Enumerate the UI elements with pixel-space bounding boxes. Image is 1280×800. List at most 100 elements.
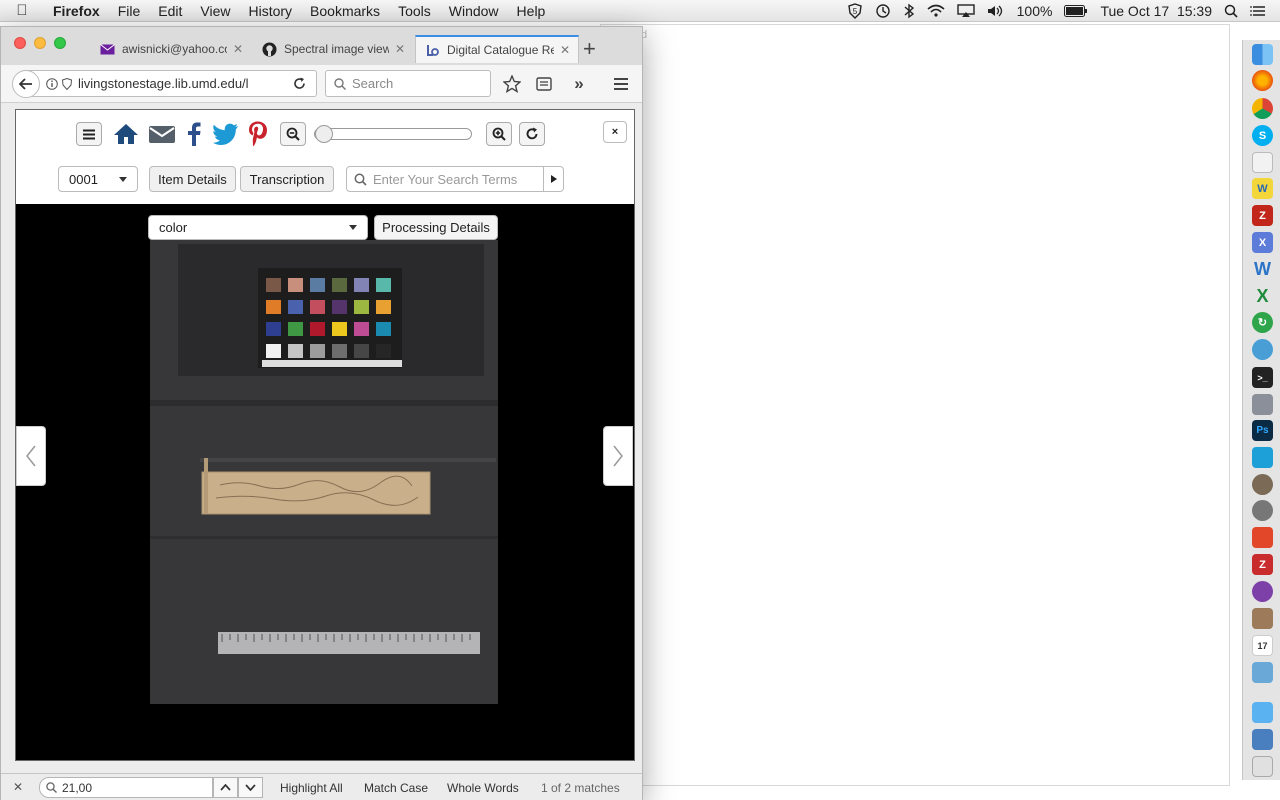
shield-5-icon[interactable]: 5 (841, 2, 869, 19)
transcription-button[interactable]: Transcription (240, 166, 334, 192)
zoom-slider-handle[interactable] (315, 125, 333, 143)
excel-icon[interactable]: X (1252, 286, 1273, 307)
zoom-out-button[interactable] (280, 122, 306, 146)
xmind-icon[interactable]: X (1252, 232, 1273, 253)
close-tab-icon[interactable]: ✕ (560, 43, 570, 57)
volume-icon[interactable] (981, 4, 1011, 18)
archive-icon[interactable] (1252, 608, 1273, 629)
processing-details-button[interactable]: Processing Details (374, 215, 498, 240)
menu-tools[interactable]: Tools (389, 3, 440, 19)
reader-view-icon[interactable] (533, 74, 555, 94)
wifi-icon[interactable] (921, 4, 951, 18)
sourcetree-icon[interactable] (1252, 447, 1273, 468)
home-icon[interactable] (112, 121, 140, 147)
close-find-bar-icon[interactable]: ✕ (13, 780, 23, 794)
twitter-icon[interactable] (212, 121, 240, 147)
whole-words-toggle[interactable]: Whole Words (447, 781, 519, 795)
menu-window[interactable]: Window (440, 3, 508, 19)
pinterest-icon[interactable] (246, 120, 270, 148)
menu-toggle-button[interactable] (76, 122, 102, 146)
reload-icon[interactable] (293, 77, 306, 90)
image-type-select[interactable]: color (148, 215, 368, 240)
bluetooth-icon[interactable] (897, 3, 921, 19)
bookmark-star-icon[interactable] (501, 74, 523, 94)
tab-github[interactable]: Spectral image view ✕ (253, 35, 413, 63)
zoom-slider[interactable] (314, 125, 472, 143)
word-icon[interactable]: W (1252, 259, 1273, 280)
tab-digital-catalogue[interactable]: Digital Catalogue Re ✕ (415, 35, 579, 63)
filezilla-icon[interactable]: Z (1252, 205, 1273, 226)
firefox-icon[interactable] (1252, 70, 1273, 91)
email-icon[interactable] (148, 121, 176, 147)
info-icon[interactable] (46, 77, 58, 90)
spotlight-icon[interactable] (1218, 4, 1244, 18)
reset-view-button[interactable] (519, 122, 545, 146)
next-image-button[interactable] (603, 426, 633, 486)
notes-icon[interactable] (1252, 152, 1273, 173)
background-window[interactable]: d (600, 24, 1230, 786)
window-minimize-button[interactable] (34, 37, 46, 49)
zoom-in-button[interactable] (486, 122, 512, 146)
screen-sharing-icon[interactable] (1252, 527, 1273, 548)
folder-icon[interactable] (1252, 702, 1273, 723)
close-tab-icon[interactable]: ✕ (233, 42, 243, 56)
url-text[interactable]: livingstonestage.lib.umd.edu/l (78, 76, 270, 91)
time-machine-icon[interactable] (869, 3, 897, 19)
page-number-select[interactable]: 0001 (58, 166, 138, 192)
menu-app-name[interactable]: Firefox (44, 3, 109, 19)
clock[interactable]: Tue Oct 17 15:39 (1094, 3, 1218, 19)
manuscript-image-viewer[interactable] (150, 240, 498, 704)
url-bar[interactable]: livingstonestage.lib.umd.edu/l (12, 69, 317, 98)
chrome-icon[interactable] (1252, 98, 1273, 119)
window-zoom-button[interactable] (54, 37, 66, 49)
battery-icon[interactable] (1058, 4, 1094, 17)
item-details-button[interactable]: Item Details (149, 166, 236, 192)
preview-icon[interactable] (1252, 662, 1273, 683)
new-tab-button[interactable]: + (583, 37, 596, 61)
menu-file[interactable]: File (109, 3, 150, 19)
mail-envelope-icon (99, 41, 115, 57)
overflow-chevron-icon[interactable]: » (568, 74, 590, 94)
terminal-icon[interactable]: >_ (1252, 367, 1273, 388)
network-icon[interactable] (1252, 339, 1273, 360)
menu-help[interactable]: Help (508, 3, 555, 19)
github-desktop-icon[interactable] (1252, 581, 1273, 602)
find-bar: ✕ 21,00 Highlight All Match Case Whole W… (1, 773, 642, 800)
photoshop-icon[interactable]: Ps (1252, 420, 1273, 441)
finder-icon[interactable] (1252, 44, 1273, 65)
gimp-icon[interactable] (1252, 474, 1273, 495)
sync-icon[interactable]: ↻ (1252, 312, 1273, 333)
find-previous-button[interactable] (213, 777, 238, 798)
menu-edit[interactable]: Edit (149, 3, 191, 19)
airplay-icon[interactable] (951, 3, 981, 18)
zotero-icon[interactable]: Z (1252, 554, 1273, 575)
window-close-button[interactable] (14, 37, 26, 49)
find-input[interactable]: 21,00 (39, 777, 213, 798)
system-preferences-icon[interactable] (1252, 500, 1273, 521)
page-search-field[interactable]: Enter Your Search Terms (346, 166, 564, 192)
calendar-icon[interactable]: 17 (1252, 635, 1273, 656)
previous-image-button[interactable] (16, 426, 46, 486)
close-viewer-button[interactable]: × (603, 121, 627, 143)
skype-icon[interactable]: S (1252, 125, 1273, 146)
back-button[interactable] (12, 69, 40, 98)
downloads-icon[interactable] (1252, 729, 1273, 750)
menu-bookmarks[interactable]: Bookmarks (301, 3, 389, 19)
menu-view[interactable]: View (191, 3, 239, 19)
highlight-all-toggle[interactable]: Highlight All (280, 781, 343, 795)
match-case-toggle[interactable]: Match Case (364, 781, 428, 795)
find-next-button[interactable] (238, 777, 263, 798)
tab-yahoo-mail[interactable]: awisnicki@yahoo.co ✕ (91, 35, 251, 63)
apple-icon[interactable]:  (0, 2, 44, 19)
trash-icon[interactable] (1252, 756, 1273, 777)
notification-center-icon[interactable] (1244, 5, 1272, 17)
search-go-button[interactable] (543, 167, 563, 191)
tracking-shield-icon[interactable] (62, 77, 72, 90)
close-tab-icon[interactable]: ✕ (395, 42, 405, 56)
utility-icon[interactable] (1252, 394, 1273, 415)
facebook-icon[interactable] (184, 120, 204, 148)
menu-history[interactable]: History (239, 3, 301, 19)
browser-search-bar[interactable]: Search (325, 70, 491, 97)
wunderlist-icon[interactable]: W (1252, 178, 1273, 199)
hamburger-menu-icon[interactable] (610, 74, 632, 94)
